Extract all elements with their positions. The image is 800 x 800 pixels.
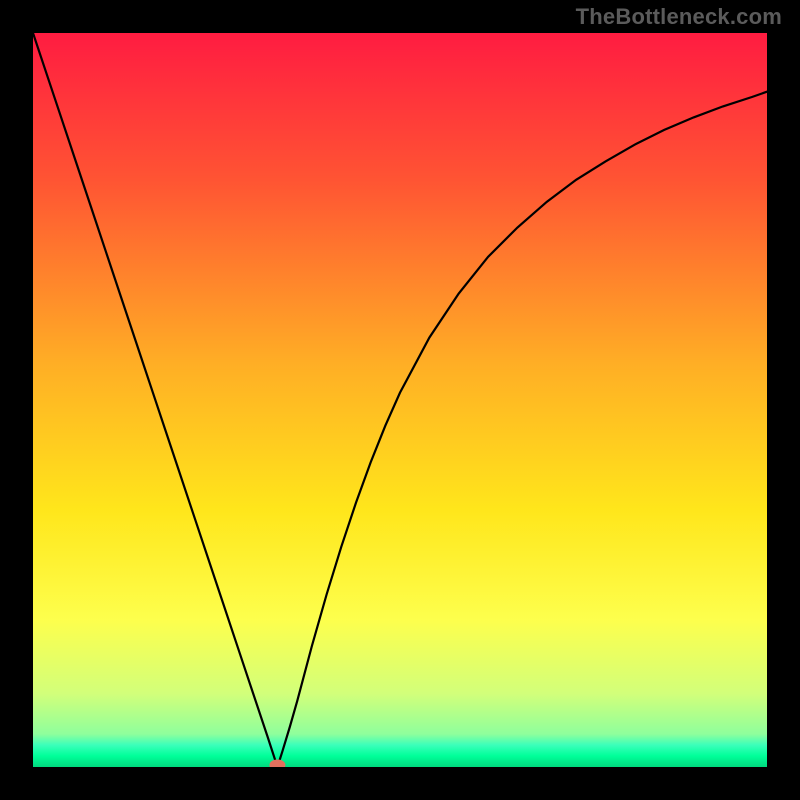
watermark-text: TheBottleneck.com: [576, 4, 782, 30]
plot-background: [33, 33, 767, 767]
chart-frame: TheBottleneck.com: [0, 0, 800, 800]
bottleneck-chart: [33, 33, 767, 767]
